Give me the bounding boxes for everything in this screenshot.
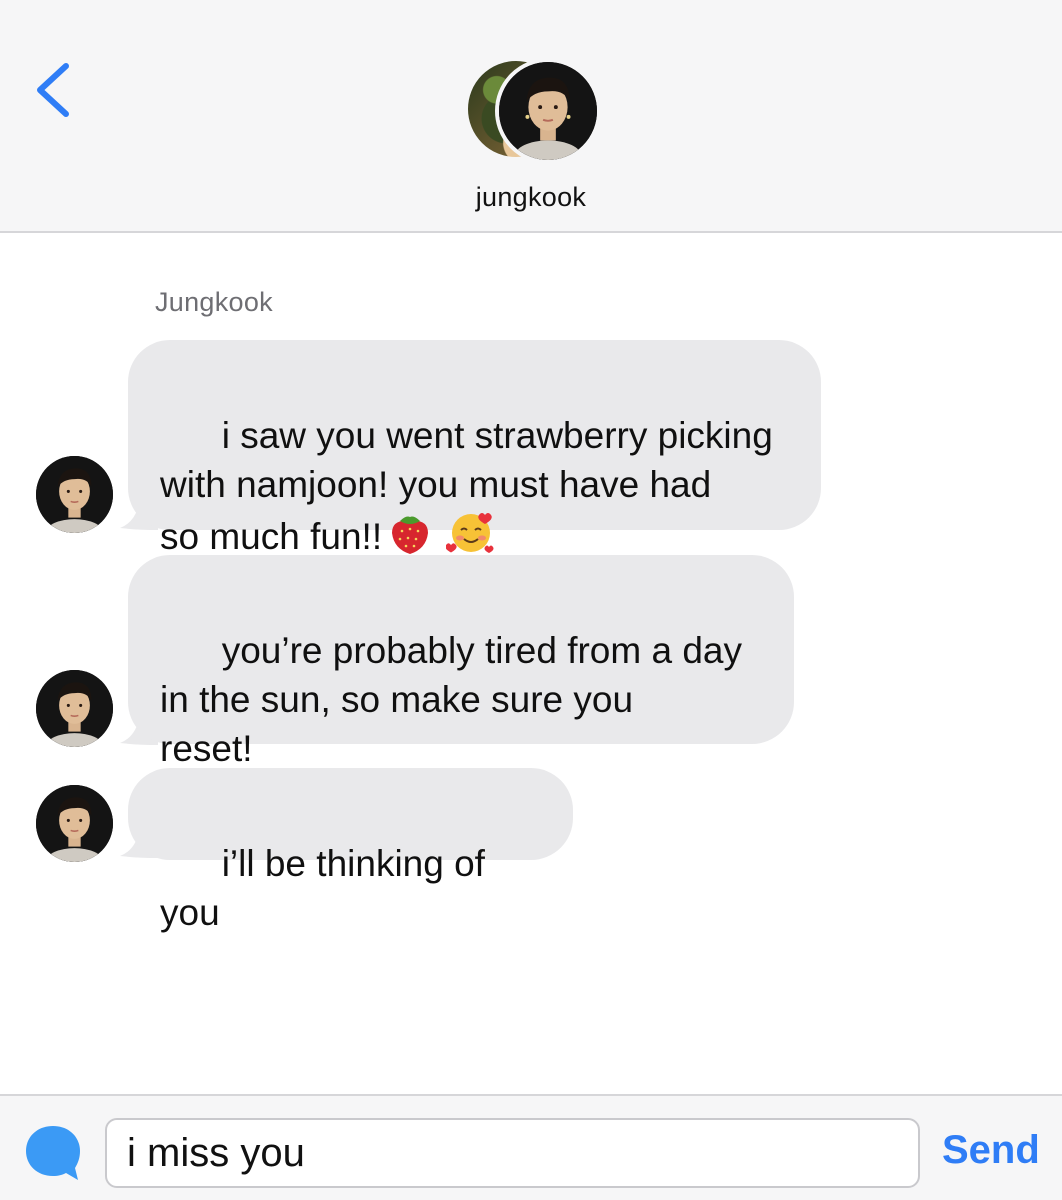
message-text: i’ll be thinking of you (160, 843, 496, 933)
conversation-header: jungkook (0, 0, 1062, 233)
portrait-image (499, 62, 597, 160)
sender-avatar[interactable] (36, 670, 113, 747)
message-text: you’re probably tired from a day in the … (160, 630, 742, 769)
sender-avatar[interactable] (36, 785, 113, 862)
contact-avatar (495, 58, 601, 164)
portrait-image (36, 670, 113, 747)
message-input[interactable] (105, 1118, 920, 1188)
contact-avatar-group[interactable] (465, 58, 601, 166)
sender-name: Jungkook (155, 287, 273, 317)
messages-screen: jungkook Jungkook i saw you went strawbe… (0, 0, 1062, 1200)
message-bubble[interactable]: you’re probably tired from a day in the … (128, 555, 794, 769)
message-bubble[interactable]: i saw you went strawberry picking with n… (128, 340, 821, 557)
portrait-image (36, 456, 113, 533)
message-bubble[interactable]: i’ll be thinking of you (128, 768, 573, 933)
contact-name[interactable]: jungkook (0, 182, 1062, 213)
message-composer: Send (0, 1094, 1062, 1200)
portrait-image (36, 785, 113, 862)
send-button[interactable]: Send (942, 1128, 1040, 1173)
sender-avatar[interactable] (36, 456, 113, 533)
back-chevron-icon[interactable] (30, 58, 80, 122)
message-app-icon[interactable] (22, 1122, 84, 1184)
